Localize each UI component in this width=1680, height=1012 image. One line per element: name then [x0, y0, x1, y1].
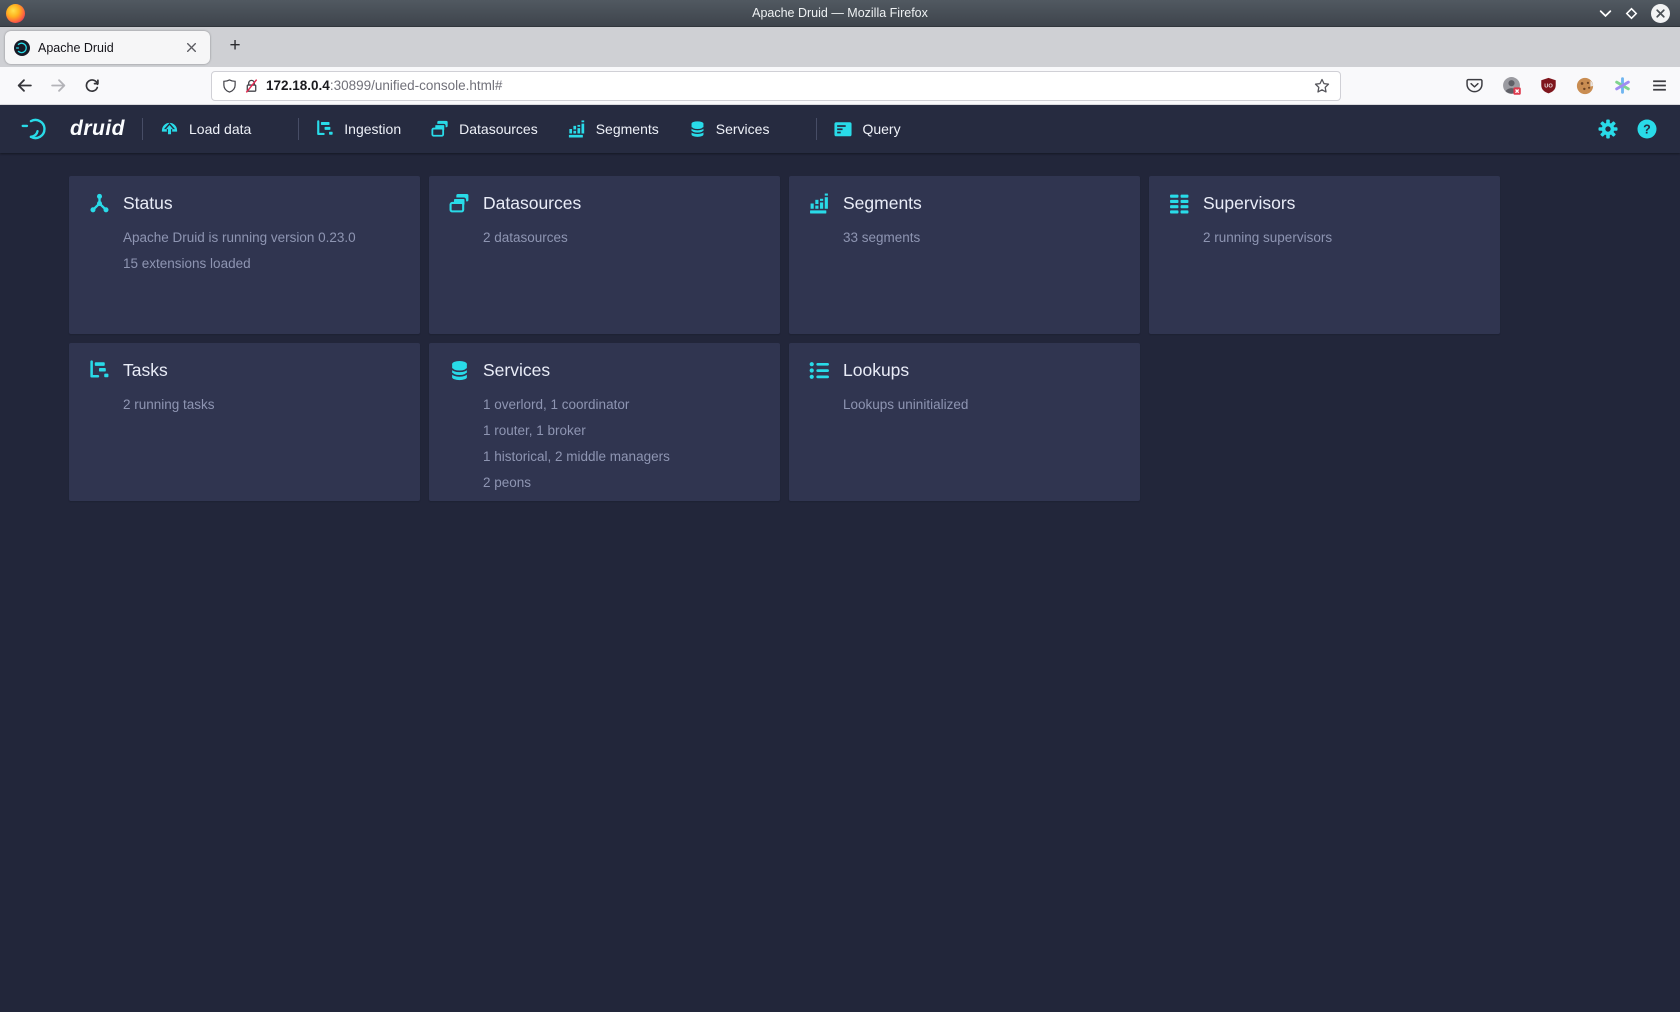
status-extensions-text: 15 extensions loaded — [123, 251, 400, 277]
supervisors-card[interactable]: Supervisors 2 running supervisors — [1149, 176, 1500, 334]
card-title: Status — [123, 193, 173, 214]
tab-apache-druid[interactable]: Apache Druid — [5, 31, 210, 64]
druid-brand-name: druid — [70, 117, 125, 141]
url-path: :30899/unified-console.html# — [330, 78, 503, 93]
nav-item-label: Load data — [189, 121, 251, 137]
toolbar-extension-area: UO — [1463, 75, 1670, 97]
firefox-logo-icon — [6, 4, 25, 23]
segments-card[interactable]: Segments 33 segments — [789, 176, 1140, 334]
asterisk-extension-icon[interactable] — [1611, 75, 1633, 97]
load-data-icon — [160, 120, 179, 139]
druid-favicon-icon — [14, 40, 30, 56]
nav-item-label: Services — [716, 121, 770, 137]
nav-item-segments[interactable]: Segments — [568, 120, 659, 138]
insecure-lock-icon[interactable] — [244, 78, 259, 94]
tab-bar: Apache Druid + — [0, 27, 1680, 67]
status-card[interactable]: Status Apache Druid is running version 0… — [69, 176, 420, 334]
segments-icon — [568, 120, 586, 138]
services-card[interactable]: Services 1 overlord, 1 coordinator 1 rou… — [429, 343, 780, 501]
profile-extension-icon[interactable] — [1500, 75, 1522, 97]
card-title: Tasks — [123, 360, 168, 381]
window-minimize-icon[interactable] — [1599, 9, 1612, 18]
reload-button[interactable] — [78, 72, 106, 100]
tasks-gantt-icon — [89, 360, 110, 381]
console-home-view: Status Apache Druid is running version 0… — [0, 153, 1680, 1012]
navbar-right-actions: ? — [1595, 116, 1660, 142]
services-icon — [689, 120, 706, 138]
datasources-stack-icon — [449, 193, 470, 214]
tasks-card[interactable]: Tasks 2 running tasks — [69, 343, 420, 501]
card-title: Lookups — [843, 360, 909, 381]
nav-item-query[interactable]: Query — [834, 121, 900, 138]
card-title: Datasources — [483, 193, 581, 214]
nav-item-label: Segments — [596, 121, 659, 137]
ingestion-icon — [316, 120, 334, 138]
query-icon — [834, 121, 852, 138]
window-title: Apache Druid — Mozilla Firefox — [0, 6, 1680, 20]
nav-item-label: Query — [862, 121, 900, 137]
svg-text:UO: UO — [1544, 83, 1553, 89]
pocket-icon[interactable] — [1463, 75, 1485, 97]
svg-text:?: ? — [1643, 122, 1651, 136]
status-version-text: Apache Druid is running version 0.23.0 — [123, 225, 400, 251]
settings-gear-icon[interactable] — [1595, 116, 1621, 142]
card-title: Segments — [843, 193, 922, 214]
url-bar[interactable]: 172.18.0.4:30899/unified-console.html# — [211, 71, 1341, 101]
nav-item-label: Datasources — [459, 121, 538, 137]
services-line-overlord-coordinator: 1 overlord, 1 coordinator — [483, 392, 760, 418]
druid-logo-icon — [20, 114, 62, 144]
navbar-divider — [298, 118, 299, 140]
status-graph-icon — [89, 193, 110, 214]
navbar-divider — [142, 118, 143, 140]
tasks-count-text: 2 running tasks — [123, 392, 400, 418]
lookups-properties-icon — [809, 360, 830, 381]
services-line-router-broker: 1 router, 1 broker — [483, 418, 760, 444]
window-controls — [1599, 0, 1670, 27]
new-tab-button[interactable]: + — [220, 31, 250, 61]
window-titlebar: Apache Druid — Mozilla Firefox — [0, 0, 1680, 27]
services-line-historical-middlemanagers: 1 historical, 2 middle managers — [483, 444, 760, 470]
url-host: 172.18.0.4 — [266, 78, 330, 93]
window-close-icon[interactable] — [1651, 4, 1670, 23]
forward-button[interactable] — [44, 72, 72, 100]
tracking-shield-icon[interactable] — [222, 78, 237, 94]
menu-hamburger-icon[interactable] — [1648, 75, 1670, 97]
nav-item-services[interactable]: Services — [689, 120, 770, 138]
bookmark-star-icon[interactable] — [1314, 78, 1330, 94]
druid-brand[interactable]: druid — [20, 114, 125, 144]
lookups-status-text: Lookups uninitialized — [843, 392, 1120, 418]
nav-item-label: Ingestion — [344, 121, 401, 137]
datasources-icon — [431, 120, 449, 138]
card-title: Services — [483, 360, 550, 381]
supervisors-list-icon — [1169, 193, 1190, 214]
supervisors-count-text: 2 running supervisors — [1203, 225, 1480, 251]
help-icon[interactable]: ? — [1634, 116, 1660, 142]
home-cards-grid: Status Apache Druid is running version 0… — [69, 176, 1500, 501]
tab-title: Apache Druid — [38, 41, 181, 55]
navbar-divider — [816, 118, 817, 140]
segments-count-text: 33 segments — [843, 225, 1120, 251]
lookups-card[interactable]: Lookups Lookups uninitialized — [789, 343, 1140, 501]
services-line-peons: 2 peons — [483, 470, 760, 496]
back-button[interactable] — [10, 72, 38, 100]
browser-toolbar: 172.18.0.4:30899/unified-console.html# U… — [0, 67, 1680, 105]
segments-barchart-icon — [809, 193, 830, 214]
card-title: Supervisors — [1203, 193, 1295, 214]
cookie-extension-icon[interactable] — [1574, 75, 1596, 97]
services-database-icon — [449, 360, 470, 381]
tab-close-icon[interactable] — [181, 38, 201, 58]
datasources-card[interactable]: Datasources 2 datasources — [429, 176, 780, 334]
nav-item-ingestion[interactable]: Ingestion — [316, 120, 401, 138]
nav-item-datasources[interactable]: Datasources — [431, 120, 538, 138]
druid-navbar: druid Load data Ingestion Datasources — [0, 105, 1680, 153]
nav-item-load-data[interactable]: Load data — [160, 120, 251, 139]
ublock-origin-icon[interactable]: UO — [1537, 75, 1559, 97]
datasources-count-text: 2 datasources — [483, 225, 760, 251]
window-maximize-icon[interactable] — [1625, 7, 1638, 20]
